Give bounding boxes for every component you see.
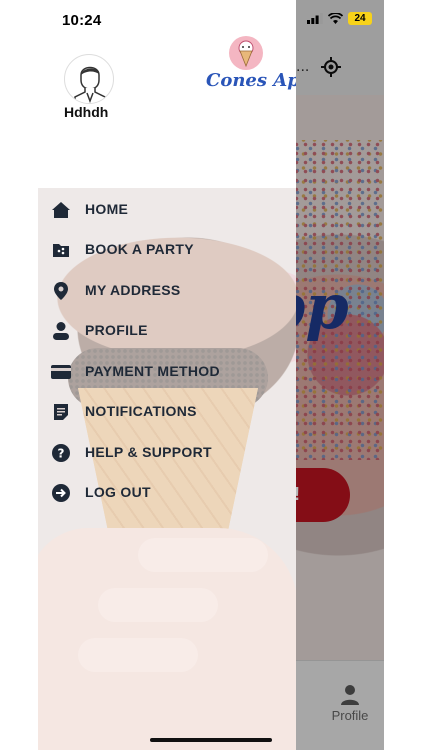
avatar[interactable] bbox=[64, 54, 114, 104]
menu-item-my-address[interactable]: MY ADDRESS bbox=[38, 273, 296, 307]
signal-icon bbox=[307, 13, 323, 24]
menu-item-label: PROFILE bbox=[85, 322, 148, 338]
home-icon bbox=[50, 199, 72, 221]
menu-item-label: LOG OUT bbox=[85, 484, 151, 500]
wifi-icon bbox=[328, 13, 343, 24]
status-time: 10:24 bbox=[62, 12, 102, 29]
menu-item-label: BOOK A PARTY bbox=[85, 241, 194, 257]
help-icon: ? bbox=[50, 442, 72, 464]
credit-card-icon bbox=[50, 361, 72, 383]
notifications-icon bbox=[50, 401, 72, 423]
party-icon bbox=[50, 239, 72, 261]
logout-icon bbox=[50, 482, 72, 504]
navigation-drawer: 10:24 Hdhdh Cones App bbox=[38, 0, 296, 750]
menu-item-home[interactable]: HOME bbox=[38, 192, 296, 226]
menu-item-log-out[interactable]: LOG OUT bbox=[38, 475, 296, 509]
battery-indicator: 24 bbox=[348, 12, 372, 25]
menu-item-label: MY ADDRESS bbox=[85, 282, 181, 298]
user-name: Hdhdh bbox=[64, 104, 109, 120]
menu-item-book-a-party[interactable]: BOOK A PARTY bbox=[38, 232, 296, 266]
brand-logo: Cones App bbox=[206, 36, 296, 100]
menu-item-label: NOTIFICATIONS bbox=[85, 403, 197, 419]
svg-text:?: ? bbox=[58, 447, 65, 461]
home-indicator[interactable] bbox=[150, 738, 272, 742]
location-pin-icon bbox=[50, 280, 72, 302]
menu-item-help-support[interactable]: ? HELP & SUPPORT bbox=[38, 435, 296, 469]
person-icon bbox=[50, 320, 72, 342]
menu-area: HOME BOOK A PARTY MY ADDRESS PROFILE PAY… bbox=[38, 188, 296, 750]
ice-cream-badge-icon bbox=[229, 36, 263, 70]
menu-item-label: PAYMENT METHOD bbox=[85, 363, 220, 379]
menu-item-label: HOME bbox=[85, 201, 129, 217]
menu-item-label: HELP & SUPPORT bbox=[85, 444, 212, 460]
user-avatar-icon bbox=[74, 66, 106, 103]
brand-name: Cones App bbox=[206, 70, 296, 91]
status-icons: 24 bbox=[307, 12, 372, 25]
menu-item-profile[interactable]: PROFILE bbox=[38, 313, 296, 347]
menu-item-payment-method[interactable]: PAYMENT METHOD bbox=[38, 354, 296, 388]
menu-item-notifications[interactable]: NOTIFICATIONS bbox=[38, 394, 296, 428]
